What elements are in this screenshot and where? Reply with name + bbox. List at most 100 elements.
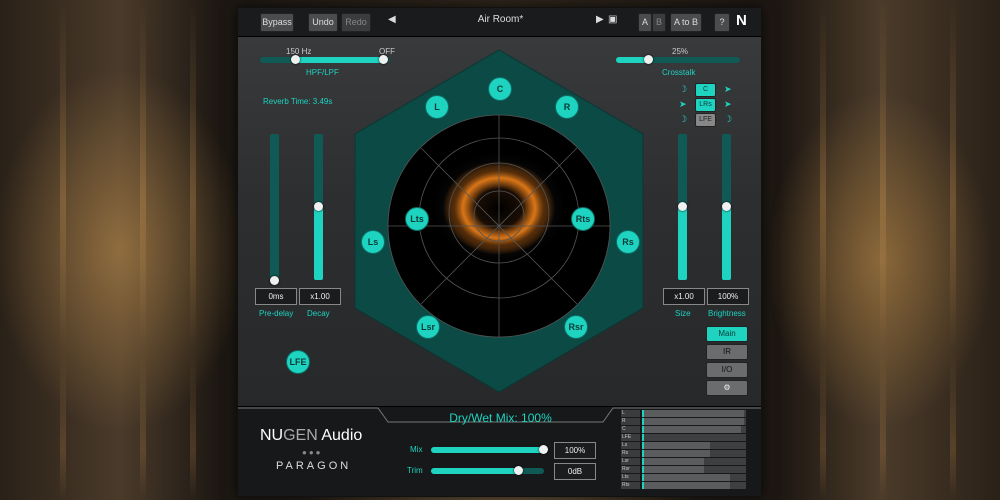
speaker-c[interactable]: C: [488, 77, 512, 101]
size-handle[interactable]: [678, 202, 687, 211]
meter-track: [642, 434, 746, 441]
speaker-lsr[interactable]: Lsr: [416, 315, 440, 339]
speaker-ls[interactable]: Ls: [361, 230, 385, 254]
decay-value[interactable]: x1.00: [299, 288, 341, 305]
hpf-handle[interactable]: [291, 55, 300, 64]
meter-level: [642, 426, 741, 433]
mix-fill: [431, 447, 544, 453]
trim-handle[interactable]: [514, 466, 523, 475]
meter-row: Rsr: [621, 466, 751, 473]
meter-row: Rs: [621, 450, 751, 457]
channel-lrs-button[interactable]: LRs: [695, 98, 716, 112]
meter-level: [642, 410, 744, 417]
meter-level: [642, 474, 730, 481]
a-to-b-button[interactable]: A to B: [670, 13, 702, 32]
meter-row: Lsr: [621, 458, 751, 465]
meter-label: Lsr: [621, 458, 640, 465]
crosstalk-label: Crosstalk: [662, 68, 696, 77]
speaker-r[interactable]: R: [555, 95, 579, 119]
undo-button[interactable]: Undo: [308, 13, 338, 32]
meter-peak: [642, 442, 644, 449]
help-button[interactable]: ?: [714, 13, 730, 32]
channel-c-button[interactable]: C: [695, 83, 716, 97]
meter-peak: [642, 418, 644, 425]
meter-peak: [642, 410, 644, 417]
meter-label: Rsr: [621, 466, 640, 473]
meter-label: Lts: [621, 474, 640, 481]
channel-lfe-right-arrow-icon[interactable]: ☽: [724, 114, 734, 124]
main-tab-button[interactable]: Main: [706, 326, 748, 342]
predelay-value[interactable]: 0ms: [255, 288, 297, 305]
a-button[interactable]: A: [638, 13, 652, 32]
meter-peak: [642, 450, 644, 457]
meter-row: L: [621, 410, 751, 417]
meter-label: L: [621, 410, 640, 417]
speaker-rts[interactable]: Rts: [571, 207, 595, 231]
meter-peak: [642, 458, 644, 465]
channel-c-left-arrow-icon[interactable]: ☽: [679, 84, 689, 94]
meter-level: [642, 458, 704, 465]
meter-level: [642, 482, 730, 489]
meter-level: [642, 418, 744, 425]
meter-row: LFE: [621, 434, 751, 441]
brightness-label: Brightness: [708, 309, 746, 318]
channel-lfe-left-arrow-icon[interactable]: ☽: [679, 114, 689, 124]
meter-row: Ls: [621, 442, 751, 449]
speaker-rsr[interactable]: Rsr: [564, 315, 588, 339]
meter-peak: [642, 482, 644, 489]
meter-level: [642, 466, 704, 473]
decay-label: Decay: [307, 309, 330, 318]
meter-label: Ls: [621, 442, 640, 449]
mix-handle[interactable]: [539, 445, 548, 454]
size-value[interactable]: x1.00: [663, 288, 705, 305]
speaker-lfe[interactable]: LFE: [286, 350, 310, 374]
previous-preset-icon[interactable]: ◀: [388, 14, 396, 25]
reverb-time: Reverb Time: 3.49s: [263, 97, 333, 106]
redo-button[interactable]: Redo: [341, 13, 371, 32]
trim-value[interactable]: 0dB: [554, 463, 596, 480]
speaker-rs[interactable]: Rs: [616, 230, 640, 254]
toolbar: Bypass Undo Redo ◀ Air Room* ▶ ▣ A B A t…: [238, 8, 761, 37]
hpf-value: 150 Hz: [286, 47, 312, 56]
crosstalk-value: 25%: [672, 47, 689, 56]
meter-level: [642, 442, 710, 449]
brand-dots: ●●●: [302, 448, 323, 457]
nugen-audio-brand: NUGEN Audio: [260, 427, 363, 444]
channel-lrs-right-arrow-icon[interactable]: ➤: [724, 99, 734, 109]
meter-label: Rs: [621, 450, 640, 457]
save-preset-icon[interactable]: ▣: [608, 14, 617, 25]
trim-label: Trim: [407, 466, 423, 475]
speaker-l[interactable]: L: [425, 95, 449, 119]
brightness-handle[interactable]: [722, 202, 731, 211]
channel-lfe-button[interactable]: LFE: [695, 113, 716, 127]
meter-label: LFE: [621, 434, 640, 441]
trim-fill: [431, 468, 519, 474]
ir-tab-button[interactable]: IR: [706, 344, 748, 360]
meter-row: Lts: [621, 474, 751, 481]
decay-handle[interactable]: [314, 202, 323, 211]
io-tab-button[interactable]: I/O: [706, 362, 748, 378]
meter-label: Rts: [621, 482, 640, 489]
speaker-lts[interactable]: Lts: [405, 207, 429, 231]
channel-lrs-left-arrow-icon[interactable]: ➤: [679, 99, 689, 109]
brightness-value[interactable]: 100%: [707, 288, 749, 305]
channel-c-right-arrow-icon[interactable]: ➤: [724, 84, 734, 94]
predelay-handle[interactable]: [270, 276, 279, 285]
hpf-lpf-label: HPF/LPF: [306, 68, 339, 77]
meter-peak: [642, 466, 644, 473]
settings-gear-icon[interactable]: ⚙: [706, 380, 748, 396]
next-preset-icon[interactable]: ▶: [596, 14, 604, 25]
meter-row: R: [621, 418, 751, 425]
meter-peak: [642, 426, 644, 433]
meter-peak: [642, 434, 644, 441]
meter-peak: [642, 474, 644, 481]
mix-value[interactable]: 100%: [554, 442, 596, 459]
plugin-window: Bypass Undo Redo ◀ Air Room* ▶ ▣ A B A t…: [237, 7, 762, 497]
meter-level: [642, 450, 710, 457]
preset-name[interactable]: Air Room*: [438, 14, 563, 25]
bypass-button[interactable]: Bypass: [260, 13, 294, 32]
drywet-label: Dry/Wet Mix: 100%: [449, 411, 552, 425]
size-label: Size: [675, 309, 691, 318]
b-button[interactable]: B: [652, 13, 666, 32]
predelay-slider[interactable]: [270, 134, 279, 280]
